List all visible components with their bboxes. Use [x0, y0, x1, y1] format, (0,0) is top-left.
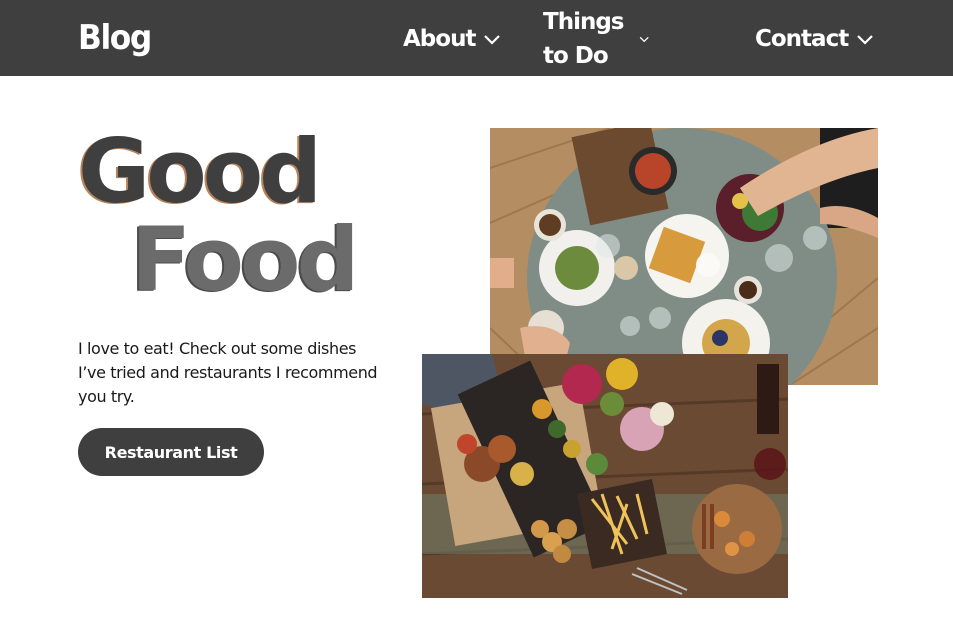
food-photo-grilled-feast — [422, 354, 788, 598]
restaurant-list-button[interactable]: Restaurant List — [78, 428, 264, 476]
hero-title-line-2: Food — [131, 208, 359, 311]
nav-item-label: About — [403, 26, 476, 52]
chevron-down-icon — [639, 36, 649, 43]
hero-intro-text: I love to eat! Check out some dishes I’v… — [78, 339, 378, 406]
nav-item-label: Contact — [755, 26, 849, 52]
brand-logo-link[interactable]: Blog — [78, 17, 152, 59]
site-header: Blog About Things to Do Contact — [0, 0, 953, 76]
hero-title-line-1: Good — [78, 120, 322, 223]
food-photo-feast-illustration — [422, 354, 788, 598]
nav-item-things-to-do[interactable]: Things to Do — [543, 9, 649, 69]
nav-item-contact[interactable]: Contact — [755, 22, 874, 56]
chevron-down-icon — [484, 35, 501, 45]
nav-item-label: Things to Do — [543, 9, 624, 69]
food-photo-breakfast-table — [490, 128, 878, 385]
nav-item-about[interactable]: About — [403, 22, 501, 56]
food-photo-breakfast-illustration — [490, 128, 878, 385]
chevron-down-icon — [857, 35, 873, 45]
